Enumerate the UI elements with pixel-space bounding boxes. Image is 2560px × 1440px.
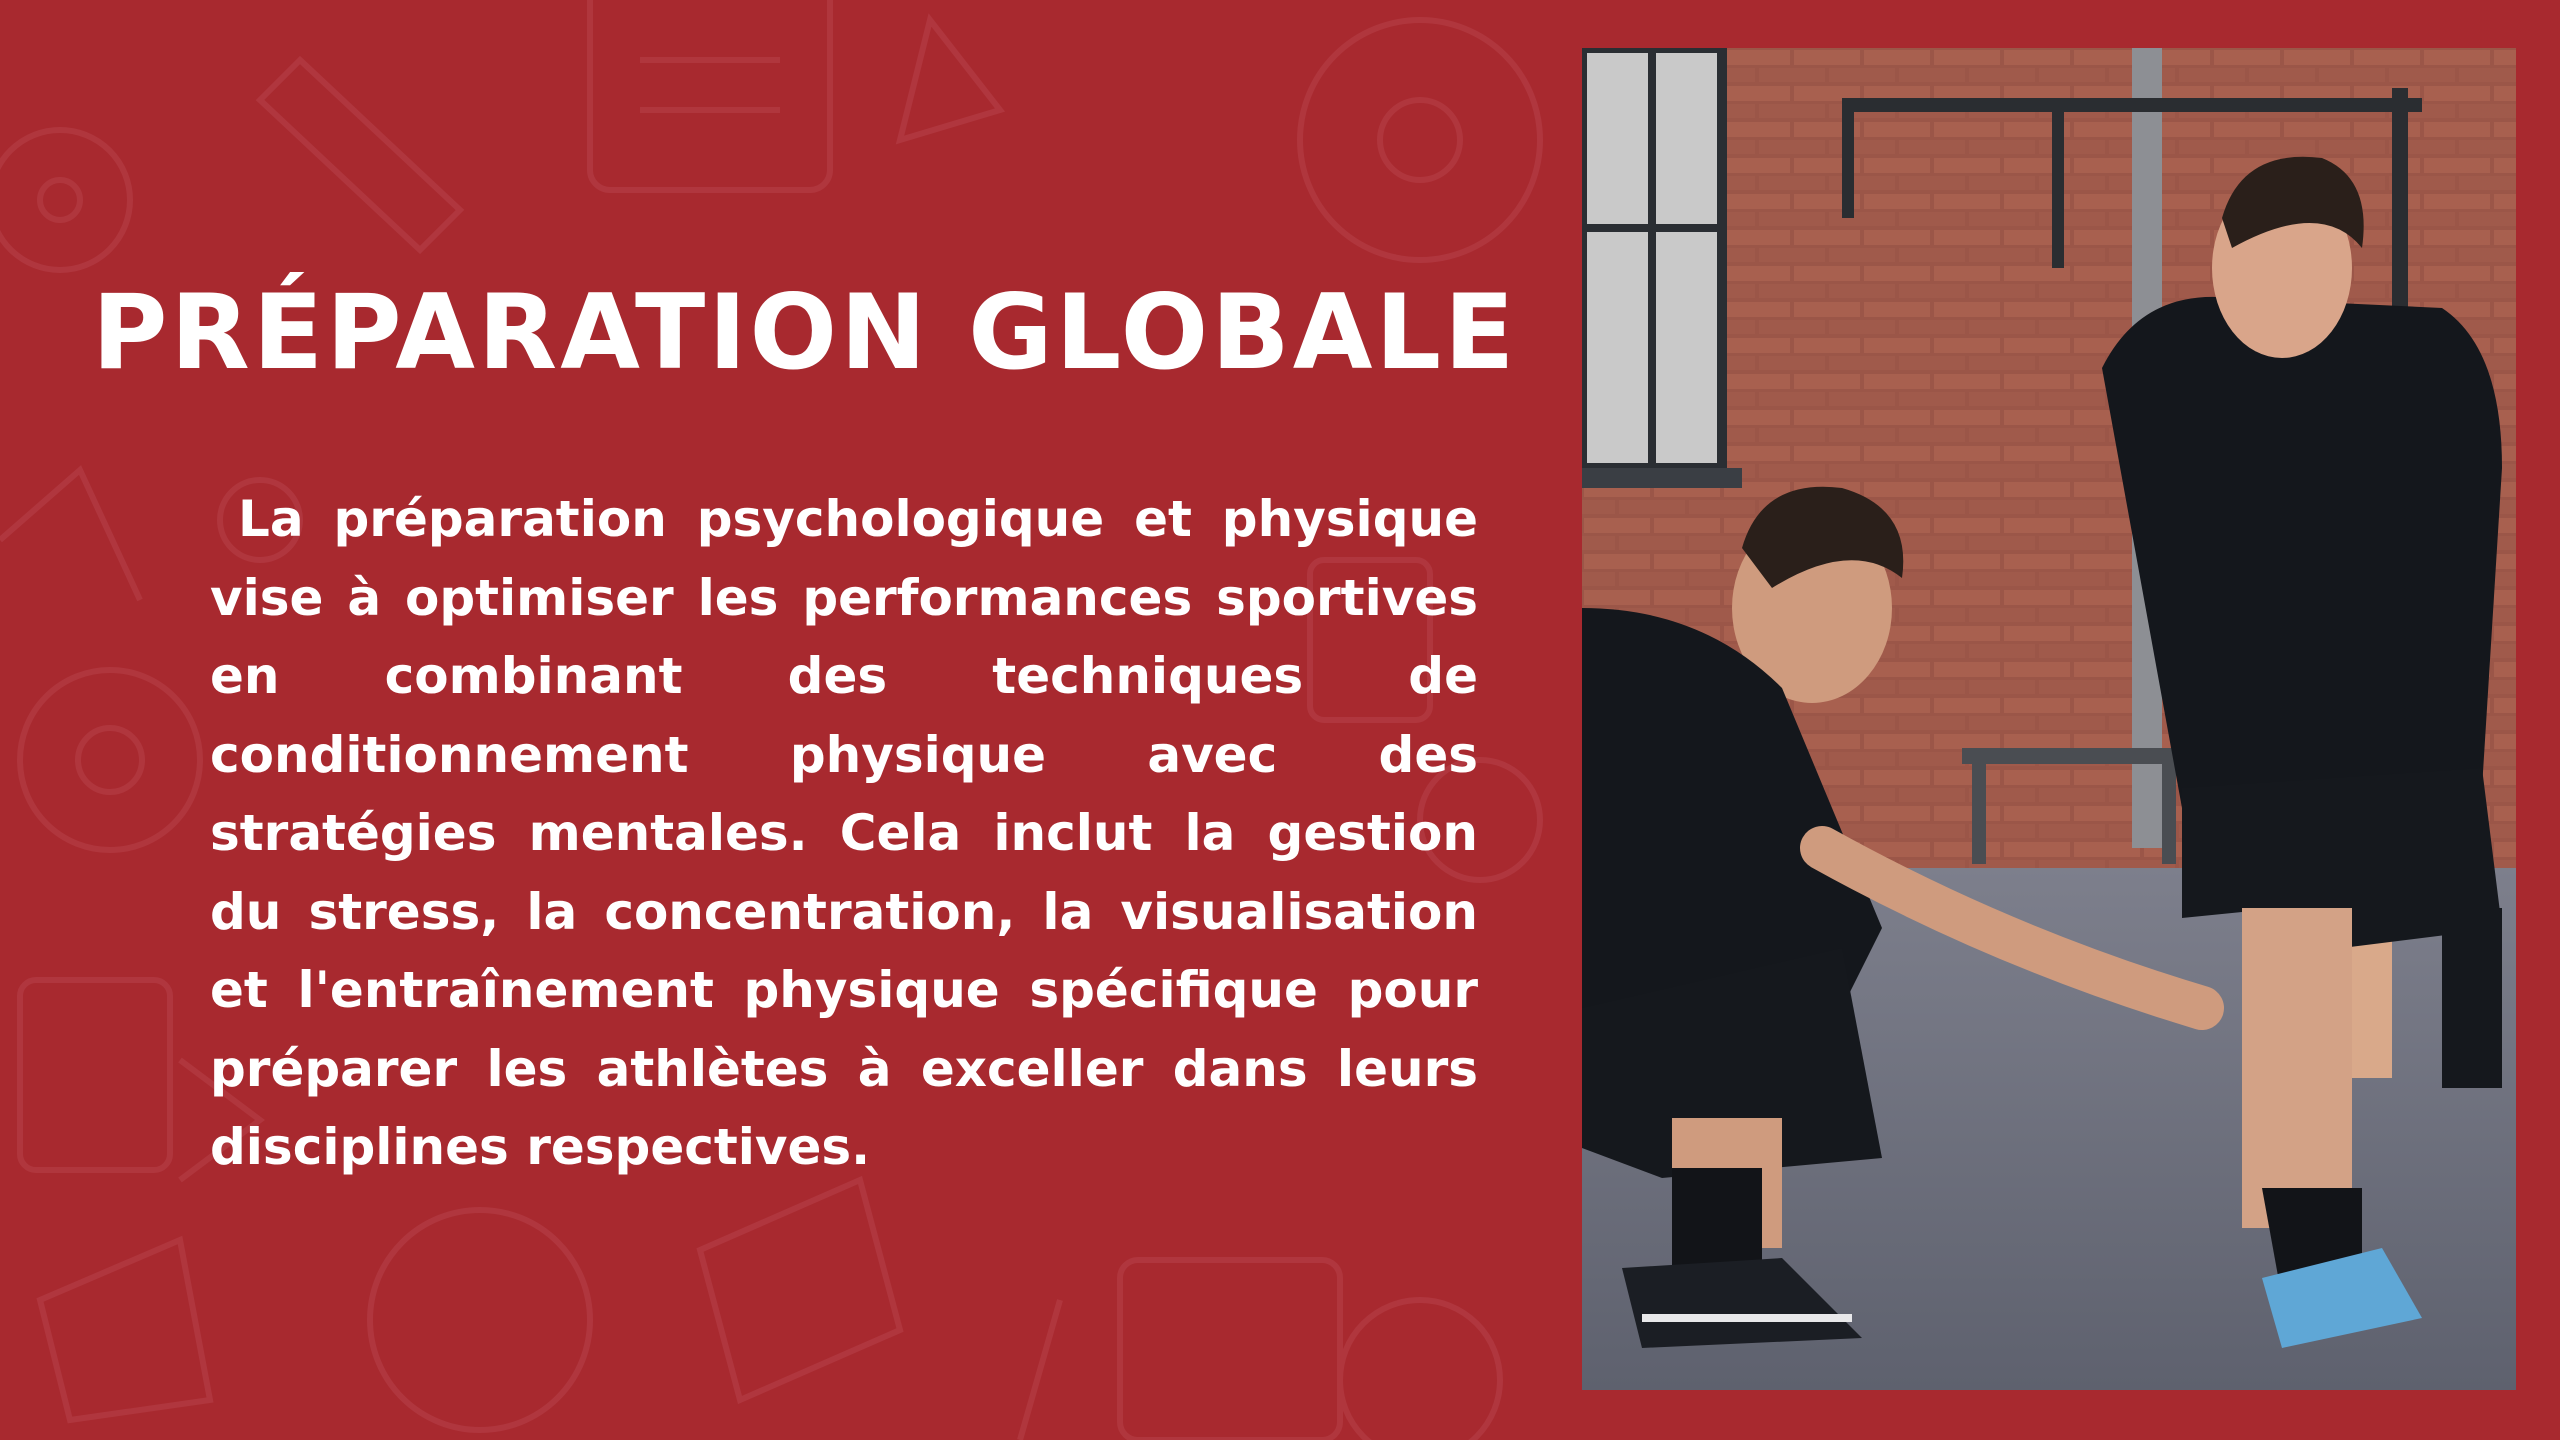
gym-scene-illustration	[1582, 48, 2516, 1390]
description-paragraph: La préparation psychologique et physique…	[210, 490, 1478, 1176]
page-title: PRÉPARATION GLOBALE	[92, 273, 1518, 393]
coach-athlete-photo	[1582, 48, 2516, 1390]
